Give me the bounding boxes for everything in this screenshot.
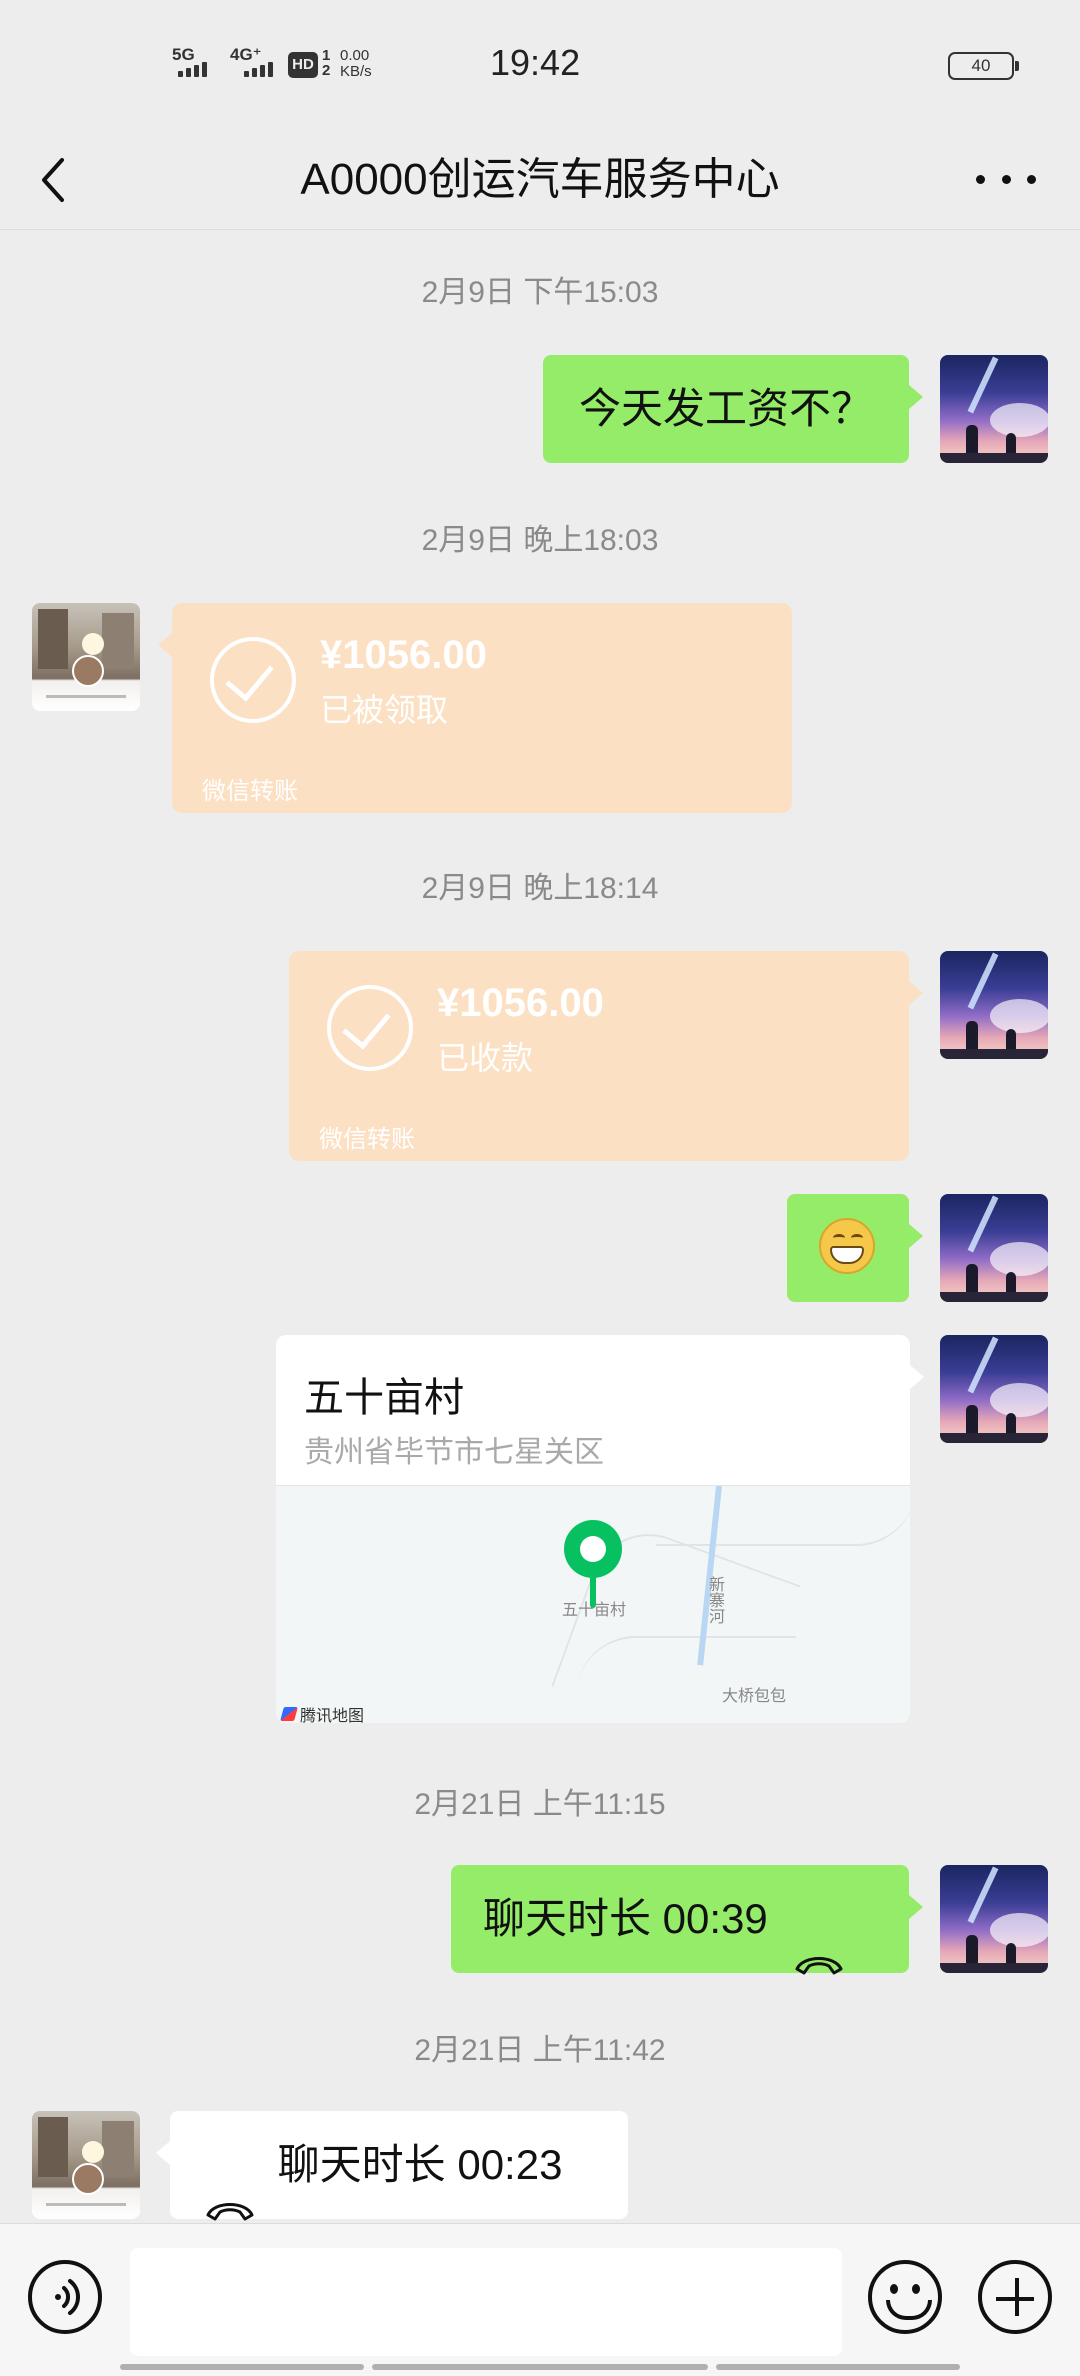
phone-hangup-icon — [204, 2155, 256, 2221]
timestamp: 2月9日 晚上18:03 — [421, 524, 659, 557]
transfer-status: 已被领取 — [320, 692, 449, 728]
map-provider-logo: 腾讯地图 — [280, 1702, 365, 1723]
voice-icon — [55, 2279, 80, 2315]
map-pin-icon — [564, 1520, 622, 1578]
timestamp: 2月21日 上午11:42 — [414, 2034, 666, 2067]
status-bar: 5G 4G⁺ HD 1 2 0.00 KB/s 19:42 40 — [0, 0, 1080, 130]
transfer-status: 已收款 — [437, 1040, 534, 1076]
chat-title: A0000创运汽车服务中心 — [300, 155, 780, 204]
more-actions-button[interactable] — [978, 2260, 1052, 2334]
map-provider-name: 腾讯地图 — [300, 1708, 365, 1723]
transfer-card[interactable]: ¥1056.00 已被领取 微信转账 — [158, 603, 792, 813]
input-bar — [0, 2223, 1080, 2376]
signal-icon — [244, 62, 273, 77]
map-river-label: 新寨河 — [706, 1576, 723, 1624]
battery-icon: 40 — [948, 52, 1019, 80]
my-avatar[interactable] — [940, 355, 1048, 463]
contact-call-bubble[interactable]: 聊天时长 00:23 — [156, 2111, 628, 2221]
location-card[interactable]: 五十亩村 贵州省毕节市七星关区 新寨河 五十亩村 大桥包包 腾讯地图 — [276, 1335, 924, 1723]
my-avatar[interactable] — [940, 951, 1048, 1059]
more-button[interactable] — [976, 164, 1036, 194]
transfer-amount: ¥1056.00 — [437, 981, 604, 1025]
check-circle-icon — [210, 637, 296, 723]
network-speed-unit: KB/s — [340, 63, 372, 80]
phone-hangup-icon — [793, 1909, 845, 1975]
map-pin-label: 五十亩村 — [562, 1602, 627, 1619]
message-text: 今天发工资不？ — [578, 385, 873, 432]
message-input[interactable] — [130, 2248, 842, 2356]
hd-badge: HD — [288, 52, 318, 78]
my-avatar[interactable] — [940, 1335, 1048, 1443]
more-horizontal-icon — [976, 174, 985, 184]
network-speed-value: 0.00 — [340, 47, 370, 64]
location-address: 贵州省毕节市七星关区 — [304, 1436, 604, 1469]
tencent-map-icon — [280, 1707, 298, 1721]
call-duration-text: 聊天时长 00:39 — [483, 1895, 768, 1942]
signal-icon — [178, 62, 207, 77]
message-list[interactable]: 2月9日 下午15:03 今天发工资不？ 2月9日 晚上18:03 ¥1056.… — [0, 231, 1080, 2223]
nav-gesture-bar[interactable] — [120, 2364, 364, 2370]
my-avatar[interactable] — [940, 1865, 1048, 1973]
chevron-left-icon — [42, 158, 64, 202]
transfer-card[interactable]: ¥1056.00 已收款 微信转账 — [289, 951, 923, 1161]
map-preview[interactable]: 新寨河 五十亩村 大桥包包 腾讯地图 — [276, 1485, 910, 1723]
clock: 19:42 — [490, 42, 581, 83]
transfer-amount: ¥1056.00 — [320, 633, 487, 677]
map-place-label: 大桥包包 — [722, 1688, 787, 1705]
location-name: 五十亩村 — [304, 1376, 464, 1420]
nav-gesture-bar[interactable] — [716, 2364, 960, 2370]
back-button[interactable] — [36, 150, 96, 210]
hd-sim-label: 1 2 — [322, 47, 331, 79]
my-call-bubble[interactable]: 聊天时长 00:39 — [451, 1865, 923, 1975]
check-circle-icon — [327, 985, 413, 1071]
chat-header: A0000创运汽车服务中心 — [0, 130, 1080, 230]
contact-avatar[interactable] — [32, 603, 140, 711]
my-avatar[interactable] — [940, 1194, 1048, 1302]
timestamp: 2月9日 下午15:03 — [421, 276, 659, 309]
voice-button[interactable] — [28, 2260, 102, 2334]
transfer-source: 微信转账 — [319, 1126, 415, 1153]
timestamp: 2月21日 上午11:15 — [414, 1788, 666, 1821]
emoji-button[interactable] — [868, 2260, 942, 2334]
transfer-source: 微信转账 — [202, 778, 298, 805]
my-message-bubble[interactable]: 今天发工资不？ — [543, 355, 923, 463]
nav-gesture-bar[interactable] — [372, 2364, 708, 2370]
network-speed: 0.00 KB/s — [340, 48, 372, 80]
battery-level: 40 — [971, 56, 991, 75]
grinning-face-icon — [819, 1218, 875, 1274]
my-emoji-bubble[interactable] — [787, 1194, 923, 1302]
contact-avatar[interactable] — [32, 2111, 140, 2219]
timestamp: 2月9日 晚上18:14 — [421, 872, 659, 905]
call-duration-text: 聊天时长 00:23 — [277, 2141, 563, 2188]
